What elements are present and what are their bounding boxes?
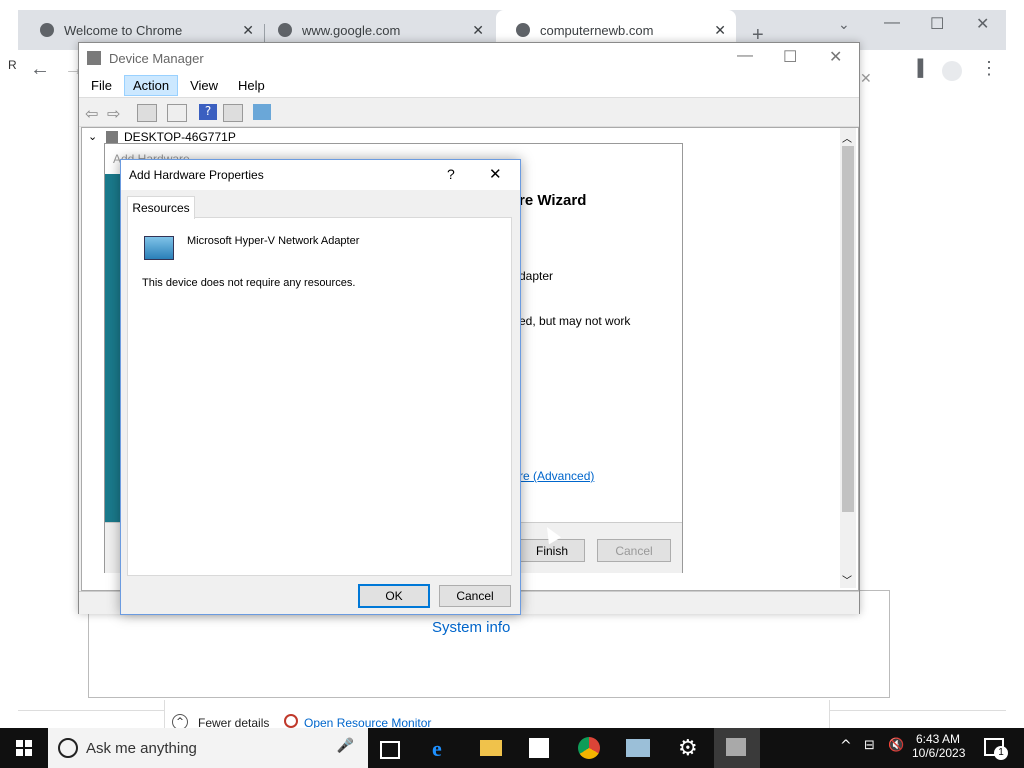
tree-root-label[interactable]: DESKTOP-46G771P <box>124 130 236 144</box>
show-hide-console-icon[interactable] <box>137 104 157 122</box>
globe-icon <box>40 23 54 37</box>
file-explorer-icon[interactable] <box>480 740 502 756</box>
truncated-text: R <box>8 58 17 72</box>
view-icon[interactable] <box>223 104 243 122</box>
ok-button[interactable]: OK <box>358 584 430 608</box>
help-icon[interactable]: ? <box>199 104 217 120</box>
tab-title: www.google.com <box>302 22 401 38</box>
globe-icon <box>516 23 530 37</box>
store-icon[interactable] <box>529 738 549 758</box>
minimize-icon[interactable]: — <box>884 14 900 32</box>
cortana-icon <box>58 738 78 758</box>
task-manager-icon[interactable] <box>626 739 650 757</box>
menu-help[interactable]: Help <box>230 76 273 95</box>
chrome-icon[interactable] <box>578 737 600 759</box>
maximize-icon[interactable]: ☐ <box>783 47 797 67</box>
scrollbar-thumb[interactable] <box>842 146 854 512</box>
resources-tab-panel: Microsoft Hyper-V Network Adapter This d… <box>127 217 512 576</box>
notification-badge: 1 <box>994 746 1008 760</box>
tab-search-icon[interactable]: ⌄ <box>838 16 850 33</box>
volume-muted-icon[interactable]: 🔇 <box>888 738 904 753</box>
maximize-icon[interactable]: ☐ <box>930 14 944 34</box>
chevron-down-icon[interactable]: ⌄ <box>88 130 97 143</box>
side-panel-icon[interactable]: ▐ <box>912 60 923 78</box>
menu-bar: File Action View Help <box>79 73 859 97</box>
menu-file[interactable]: File <box>83 76 120 95</box>
tab-title: Welcome to Chrome <box>64 22 183 38</box>
properties-icon[interactable] <box>167 104 187 122</box>
back-arrow-icon[interactable]: ← <box>30 58 50 81</box>
menu-action[interactable]: Action <box>123 74 179 96</box>
scrollbar[interactable]: ︿ ﹀ <box>840 128 856 588</box>
clock-time: 6:43 AM <box>915 732 961 746</box>
windows-start-icon[interactable] <box>16 740 32 756</box>
window-title: Device Manager <box>109 51 204 66</box>
scroll-up-icon[interactable]: ︿ <box>842 130 852 145</box>
wizard-status-line: ed, but may not work <box>519 314 631 328</box>
network-status-icon[interactable]: ⊟ <box>864 738 875 753</box>
scroll-down-icon[interactable]: ﹀ <box>842 572 852 587</box>
close-icon[interactable]: ✕ <box>829 47 842 67</box>
close-tab-icon[interactable]: ✕ <box>714 22 726 39</box>
wizard-side-banner <box>105 174 121 524</box>
clock[interactable]: 6:43 AM 10/6/2023 <box>912 732 966 760</box>
more-menu-icon[interactable]: ⋮ <box>980 58 998 79</box>
resources-message: This device does not require any resourc… <box>142 277 356 289</box>
device-manager-icon <box>726 738 746 756</box>
device-name: Microsoft Hyper-V Network Adapter <box>187 235 360 247</box>
wizard-device-line: dapter <box>519 269 554 283</box>
globe-icon <box>278 23 292 37</box>
monitor-icon[interactable] <box>253 104 271 120</box>
forward-arrow-icon[interactable]: ⇨ <box>107 104 125 123</box>
close-icon[interactable]: ✕ <box>489 165 502 183</box>
network-adapter-icon <box>144 236 174 260</box>
system-info-link[interactable]: System info <box>432 619 510 636</box>
resource-monitor-icon <box>284 714 298 728</box>
add-hardware-properties-dialog: Add Hardware Properties ? ✕ Resources Mi… <box>120 159 521 615</box>
wizard-heading: re Wizard <box>519 192 587 209</box>
computer-icon <box>106 131 118 143</box>
toolbar: ⇦ ⇨ ? <box>79 97 859 127</box>
close-icon[interactable]: ✕ <box>976 14 989 34</box>
help-button[interactable]: ? <box>447 166 455 182</box>
dialog-title-bar: Add Hardware Properties ? ✕ <box>121 160 520 190</box>
wizard-advanced-link[interactable]: re (Advanced) <box>519 469 594 483</box>
settings-gear-icon[interactable]: ⚙ <box>678 736 702 761</box>
close-icon[interactable]: ✕ <box>860 70 872 87</box>
taskbar-search[interactable]: Ask me anything 🎤 <box>48 728 368 768</box>
edge-icon[interactable]: e <box>432 736 456 761</box>
menu-view[interactable]: View <box>182 76 226 95</box>
tab-resources[interactable]: Resources <box>127 196 195 219</box>
clock-date: 10/6/2023 <box>912 746 966 760</box>
close-tab-icon[interactable]: ✕ <box>242 22 254 39</box>
microphone-icon[interactable]: 🎤 <box>337 738 354 754</box>
search-placeholder: Ask me anything <box>86 739 197 757</box>
profile-avatar-icon[interactable] <box>942 61 962 81</box>
device-manager-taskbar-button[interactable] <box>714 728 760 768</box>
wizard-cancel-button[interactable]: Cancel <box>597 539 671 562</box>
title-bar: Device Manager — ☐ ✕ <box>79 43 859 73</box>
cancel-button[interactable]: Cancel <box>439 585 511 607</box>
dialog-title: Add Hardware Properties <box>129 168 264 182</box>
chevron-up-icon[interactable]: ^ <box>840 738 852 754</box>
close-tab-icon[interactable]: ✕ <box>472 22 484 39</box>
task-view-icon[interactable] <box>380 741 400 759</box>
tab-title: computernewb.com <box>540 22 654 38</box>
device-manager-icon <box>87 51 101 65</box>
minimize-icon[interactable]: — <box>737 47 753 65</box>
back-arrow-icon[interactable]: ⇦ <box>85 104 103 123</box>
